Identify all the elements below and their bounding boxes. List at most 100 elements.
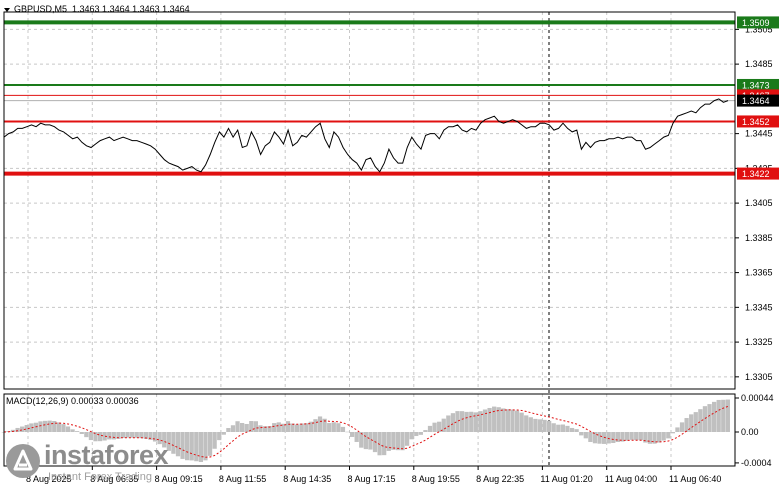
symbol-info-bar: GBPUSD,M5 1.3463 1.3464 1.3463 1.3464 — [4, 3, 190, 15]
macd-histogram-bar — [624, 432, 630, 441]
macd-histogram-bar — [207, 432, 213, 456]
chart-window[interactable]: 1.35051.34851.34451.34251.34051.33851.33… — [0, 0, 781, 489]
macd-histogram-bar — [327, 423, 332, 432]
macd-histogram-bar — [533, 418, 538, 432]
macd-histogram-bar — [675, 427, 680, 432]
price-tick-label: 1.3405 — [745, 198, 773, 208]
time-tick-label: 11 Aug 04:00 — [605, 474, 657, 484]
macd-histogram-bar — [299, 423, 304, 432]
macd-histogram-bar — [560, 424, 566, 432]
macd-histogram-bar — [134, 432, 139, 438]
price-tick-label: 1.3325 — [745, 337, 773, 347]
time-tick-label: 11 Aug 01:20 — [540, 474, 592, 484]
macd-histogram-bar — [290, 423, 295, 432]
macd-histogram-bar — [629, 432, 634, 440]
macd-histogram-bar — [638, 432, 643, 441]
ohlc-values: 1.3463 1.3464 1.3463 1.3464 — [72, 4, 190, 14]
macd-histogram-bar — [556, 424, 561, 432]
macd-histogram-bar — [583, 432, 588, 439]
macd-histogram-bar — [391, 432, 396, 450]
price-chart[interactable]: 1.35051.34851.34451.34251.34051.33851.33… — [0, 0, 781, 489]
price-tick-label: 1.3385 — [745, 233, 773, 243]
macd-histogram-bar — [363, 432, 368, 450]
macd-histogram-bar — [139, 432, 144, 439]
macd-tick-label: -0.0004 — [741, 458, 772, 468]
macd-histogram-bar — [70, 429, 75, 432]
macd-histogram-bar — [693, 412, 698, 432]
macd-histogram-bar — [125, 432, 130, 438]
macd-histogram-bar — [313, 419, 318, 432]
macd-histogram-bar — [120, 432, 126, 438]
macd-histogram-bar — [272, 423, 277, 432]
macd-histogram-bar — [469, 411, 474, 432]
macd-histogram-bar — [294, 424, 300, 432]
macd-indicator-label: MACD(12,26,9) 0.00033 0.00036 — [6, 396, 139, 406]
level-label: 1.3509 — [742, 18, 770, 28]
level-label: 1.3422 — [742, 169, 770, 179]
macd-histogram-bar — [579, 432, 584, 436]
macd-histogram-bar — [524, 415, 529, 432]
price-tick-label: 1.3445 — [745, 129, 773, 139]
macd-histogram-bar — [597, 432, 602, 444]
level-label: 1.3452 — [742, 117, 770, 127]
macd-histogram-bar — [42, 420, 48, 432]
macd-histogram-bar — [588, 432, 593, 442]
macd-histogram-bar — [38, 421, 43, 432]
macd-histogram-bar — [404, 432, 410, 446]
level-label: 1.3473 — [742, 80, 770, 90]
macd-histogram-bar — [537, 419, 543, 432]
time-tick-label: 8 Aug 19:55 — [412, 474, 460, 484]
watermark-tagline: Instant Forex Trading — [48, 471, 152, 483]
macd-histogram-bar — [212, 432, 217, 449]
macd-histogram-bar — [52, 421, 57, 432]
macd-histogram-bar — [492, 406, 497, 432]
time-tick-label: 8 Aug 22:35 — [476, 474, 524, 484]
time-tick-label: 8 Aug 14:35 — [283, 474, 331, 484]
macd-histogram-bar — [253, 421, 259, 432]
macd-histogram-bar — [670, 432, 675, 434]
dropdown-triangle-icon[interactable] — [4, 7, 10, 12]
macd-histogram-bar — [194, 432, 199, 462]
time-tick-label: 8 Aug 17:15 — [348, 474, 396, 484]
macd-histogram-bar — [235, 421, 240, 432]
macd-histogram-bar — [464, 411, 469, 432]
macd-histogram-bar — [107, 432, 112, 440]
time-tick-label: 8 Aug 11:55 — [219, 474, 266, 484]
macd-histogram-bar — [382, 432, 387, 456]
macd-histogram-bar — [450, 413, 456, 432]
macd-histogram-bar — [423, 430, 428, 432]
macd-histogram-bar — [79, 432, 84, 434]
macd-tick-label: 0.00044 — [741, 393, 774, 403]
macd-histogram-bar — [75, 431, 80, 432]
macd-histogram-bar — [551, 423, 556, 432]
macd-histogram-bar — [88, 432, 94, 441]
current-price-label: 1.3464 — [742, 96, 770, 106]
macd-histogram-bar — [198, 432, 204, 463]
instaforex-watermark: instaforex Instant Forex Trading — [4, 440, 194, 489]
macd-histogram-bar — [519, 412, 524, 432]
macd-histogram-bar — [359, 432, 364, 448]
macd-histogram-bar — [501, 408, 506, 432]
macd-histogram-bar — [395, 432, 401, 451]
macd-histogram-bar — [514, 410, 520, 432]
macd-histogram-bar — [304, 423, 309, 432]
macd-histogram-bar — [721, 399, 726, 432]
macd-histogram-bar — [565, 425, 570, 432]
macd-histogram-bar — [226, 428, 231, 432]
macd-histogram-bar — [340, 426, 346, 432]
macd-histogram-bar — [47, 420, 52, 432]
macd-histogram-bar — [432, 422, 437, 432]
macd-histogram-bar — [634, 432, 639, 441]
macd-histogram-bar — [647, 432, 653, 444]
instaforex-logo-icon — [6, 444, 40, 478]
macd-histogram-bar — [606, 432, 611, 444]
macd-histogram-bar — [111, 432, 116, 440]
macd-histogram-bar — [702, 406, 708, 432]
macd-histogram-bar — [459, 411, 465, 432]
macd-histogram-bar — [656, 432, 662, 443]
macd-histogram-bar — [331, 422, 336, 432]
macd-histogram-bar — [20, 426, 25, 432]
macd-histogram-bar — [615, 432, 621, 442]
macd-histogram-bar — [414, 432, 419, 437]
macd-histogram-bar — [84, 432, 89, 438]
